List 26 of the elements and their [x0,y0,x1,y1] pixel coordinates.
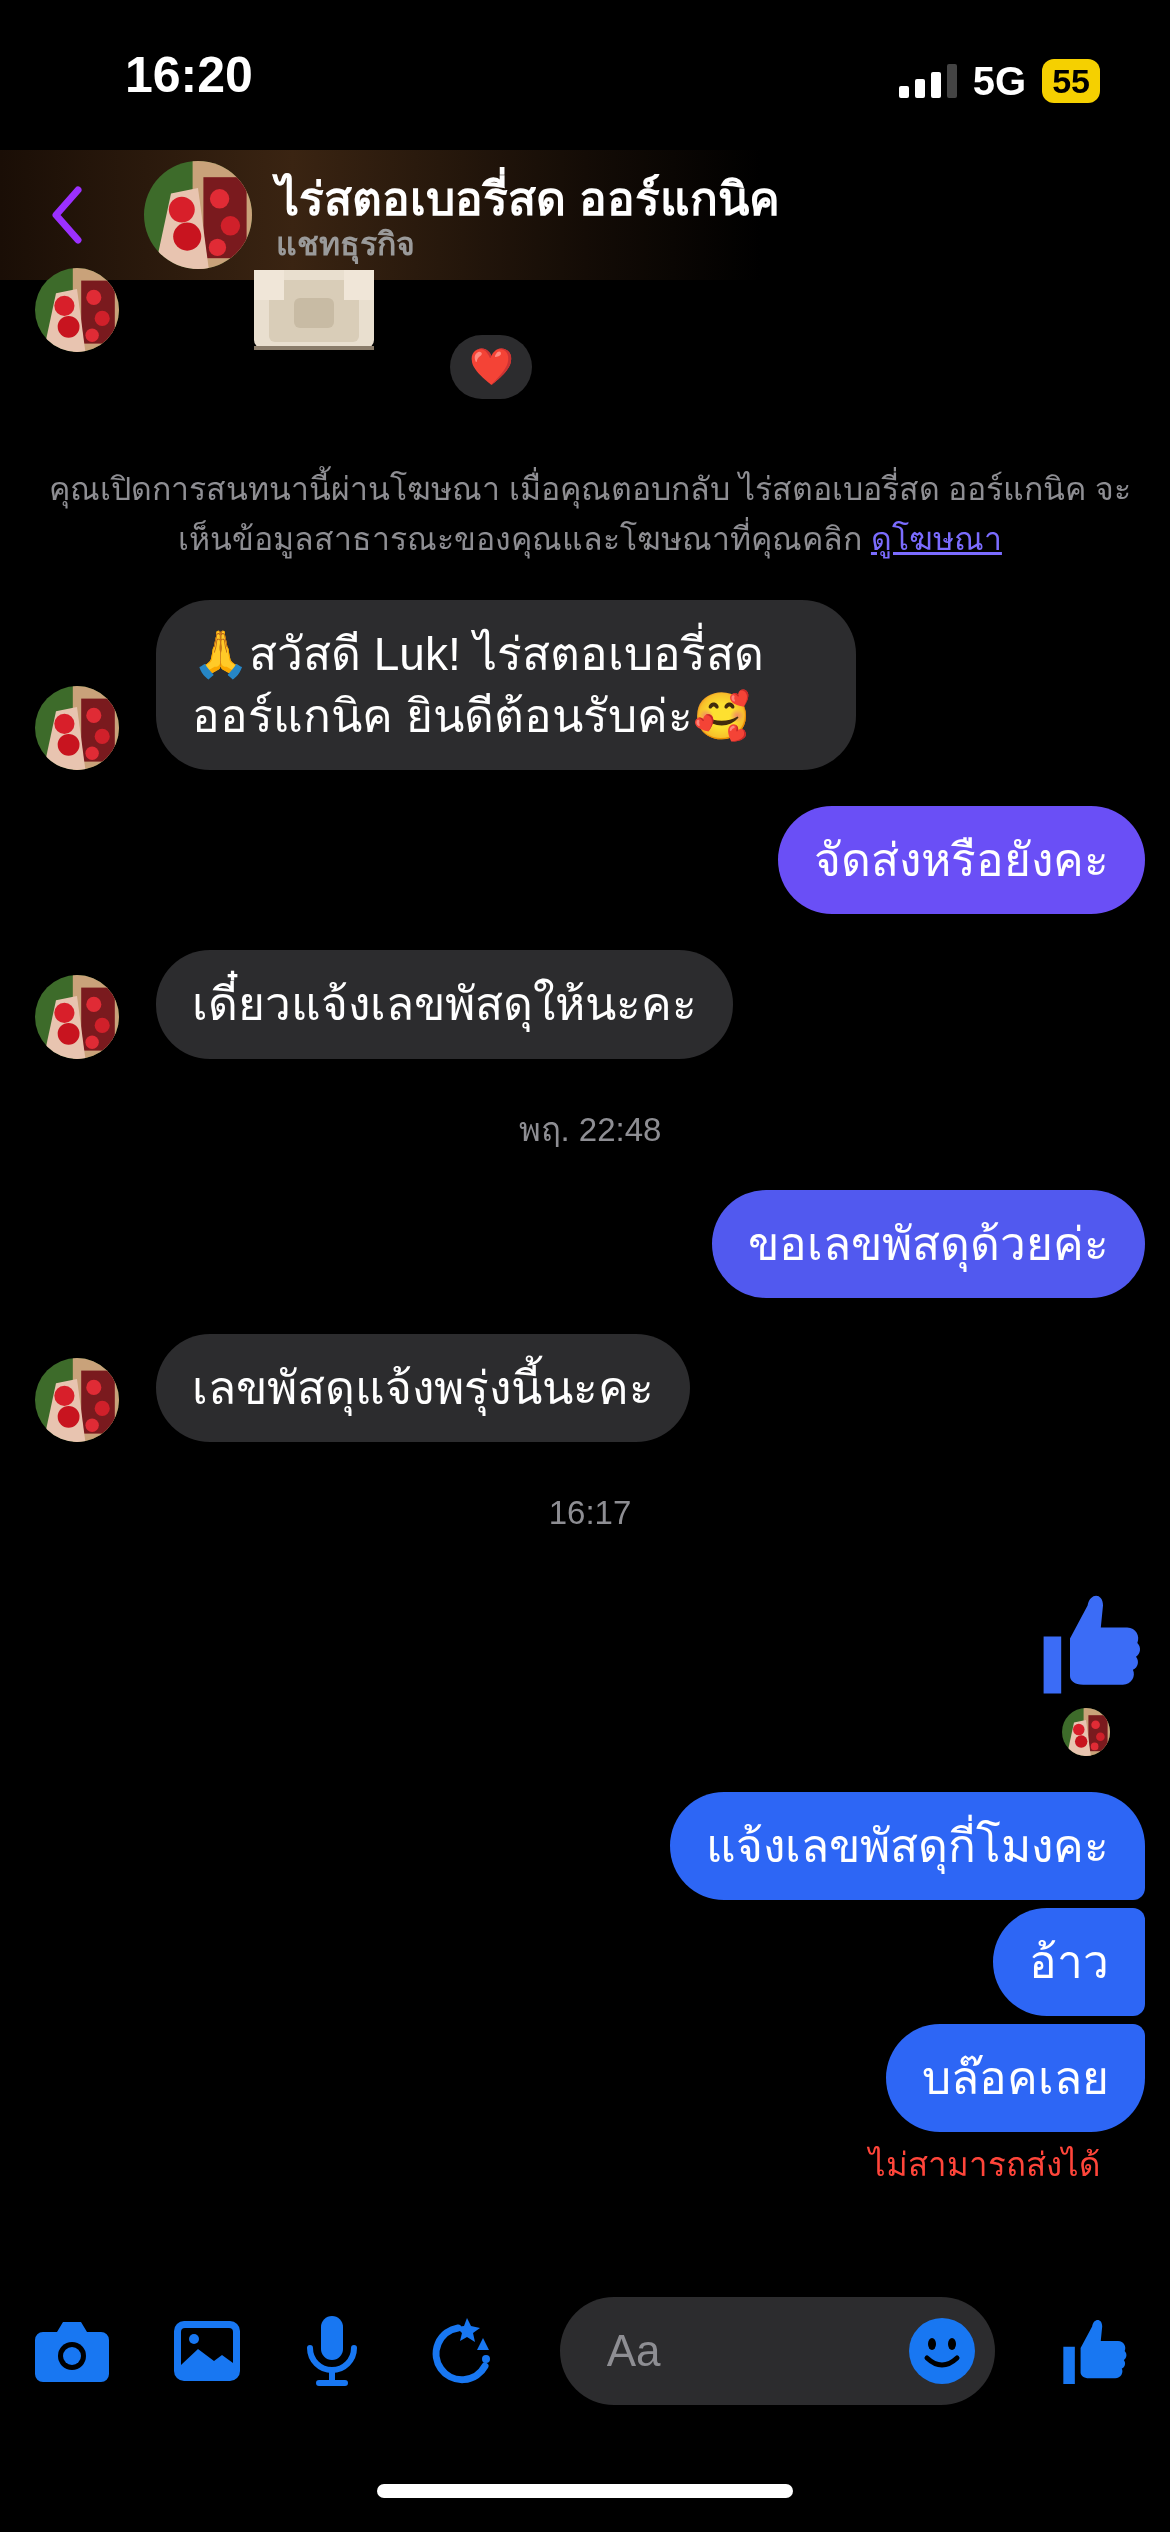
timestamp: พฤ. 22:48 [518,1110,662,1148]
microphone-icon[interactable] [305,2316,360,2386]
message-bubble: 🙏สวัสดี Luk! ไร่สตอเบอรี่สด ออร์แกนิค ยินดีต้อนรับค่ะ🥰 [156,600,856,771]
reaction-badge: ❤ [450,335,532,399]
battery-level: 55 [1042,59,1100,103]
message-bubble: แจ้งเลขพัสดุกี่โมงคะ [670,1791,1145,1900]
message-field[interactable]: Aa [559,2297,995,2405]
emoji-icon[interactable] [908,2318,975,2384]
image-icon[interactable] [174,2321,241,2381]
message-bubble: เลขพัสดุแจ้งพรุ่งนี้นะคะ [156,1334,690,1443]
send-error: ไม่สามารถส่งได้ [869,2146,1100,2184]
back-button[interactable] [50,186,84,244]
seen-avatar [1062,1707,1110,1756]
view-ad-link[interactable]: ดูโฆษณา [870,520,1002,557]
signal-icon [898,64,957,98]
message-bubble: ขอเลขพัสดุด้วยค่ะ [712,1190,1145,1299]
message-bubble: อ้าว [993,1907,1145,2016]
message-bubble: จัดส่งหรือยังคะ [778,806,1145,915]
status-time: 16:20 [125,46,253,105]
network-label: 5G [972,58,1027,105]
message-input[interactable]: Aa [604,2317,905,2385]
camera-icon[interactable] [35,2320,109,2382]
ad-notice: คุณเปิดการสนทนานี้ผ่านโฆษณา เมื่อคุณตอบกลับ ไร่สตอเบอรี่สด ออร์แกนิค จะเห็นข้อมูลสาธารณะของคุณและโฆษณาที่คุณคลิก ดูโฆษณา [35,465,1145,565]
message-bubble: บล๊อคเลย [886,2023,1145,2133]
timestamp: 16:17 [548,1494,632,1532]
message-bubble: เดี๋ยวแจ้งเลขพัสดุให้นะคะ [156,950,733,1059]
